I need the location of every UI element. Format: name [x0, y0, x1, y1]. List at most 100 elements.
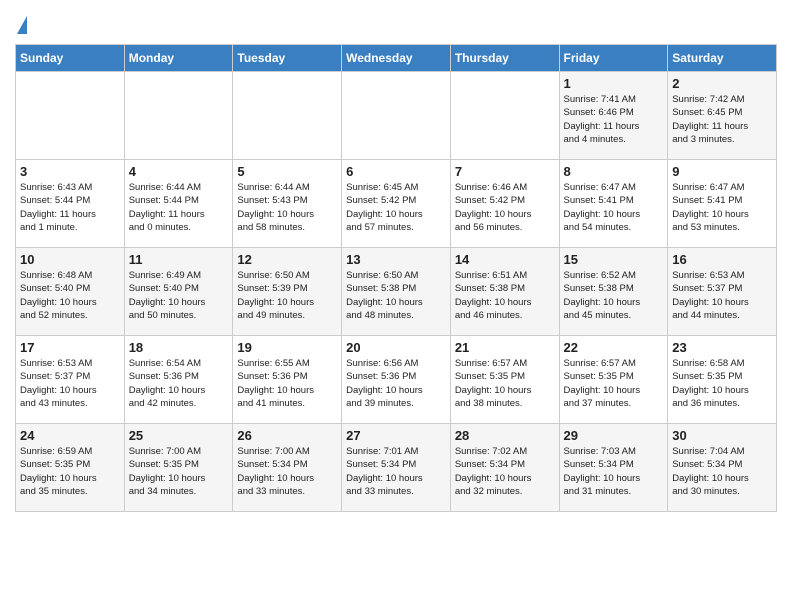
day-number: 15	[564, 252, 664, 267]
page: SundayMondayTuesdayWednesdayThursdayFrid…	[0, 0, 792, 527]
calendar-cell: 8 Sunrise: 6:47 AM Sunset: 5:41 PM Daylig…	[559, 160, 668, 248]
day-number: 14	[455, 252, 555, 267]
day-number: 23	[672, 340, 772, 355]
calendar-cell	[124, 72, 233, 160]
calendar-cell: 21 Sunrise: 6:57 AM Sunset: 5:35 PM Dayli…	[450, 336, 559, 424]
day-info: Sunrise: 7:00 AM Sunset: 5:34 PM Dayligh…	[237, 445, 337, 498]
weekday-header-friday: Friday	[559, 45, 668, 72]
calendar-cell: 17 Sunrise: 6:53 AM Sunset: 5:37 PM Dayli…	[16, 336, 125, 424]
calendar-cell	[233, 72, 342, 160]
day-info: Sunrise: 6:53 AM Sunset: 5:37 PM Dayligh…	[20, 357, 120, 410]
calendar-cell: 22 Sunrise: 6:57 AM Sunset: 5:35 PM Dayli…	[559, 336, 668, 424]
day-info: Sunrise: 7:04 AM Sunset: 5:34 PM Dayligh…	[672, 445, 772, 498]
weekday-header-monday: Monday	[124, 45, 233, 72]
day-info: Sunrise: 7:01 AM Sunset: 5:34 PM Dayligh…	[346, 445, 446, 498]
day-info: Sunrise: 6:48 AM Sunset: 5:40 PM Dayligh…	[20, 269, 120, 322]
day-info: Sunrise: 6:50 AM Sunset: 5:38 PM Dayligh…	[346, 269, 446, 322]
day-number: 9	[672, 164, 772, 179]
day-info: Sunrise: 7:00 AM Sunset: 5:35 PM Dayligh…	[129, 445, 229, 498]
day-number: 27	[346, 428, 446, 443]
calendar-cell: 13 Sunrise: 6:50 AM Sunset: 5:38 PM Dayli…	[342, 248, 451, 336]
day-number: 4	[129, 164, 229, 179]
day-number: 3	[20, 164, 120, 179]
week-row-1: 1 Sunrise: 7:41 AM Sunset: 6:46 PM Daylig…	[16, 72, 777, 160]
day-info: Sunrise: 7:41 AM Sunset: 6:46 PM Dayligh…	[564, 93, 664, 146]
day-info: Sunrise: 7:42 AM Sunset: 6:45 PM Dayligh…	[672, 93, 772, 146]
logo-triangle-icon	[17, 16, 27, 34]
day-info: Sunrise: 6:49 AM Sunset: 5:40 PM Dayligh…	[129, 269, 229, 322]
day-number: 21	[455, 340, 555, 355]
calendar-cell: 1 Sunrise: 7:41 AM Sunset: 6:46 PM Daylig…	[559, 72, 668, 160]
calendar-cell: 7 Sunrise: 6:46 AM Sunset: 5:42 PM Daylig…	[450, 160, 559, 248]
day-info: Sunrise: 6:57 AM Sunset: 5:35 PM Dayligh…	[455, 357, 555, 410]
day-info: Sunrise: 6:46 AM Sunset: 5:42 PM Dayligh…	[455, 181, 555, 234]
day-number: 20	[346, 340, 446, 355]
calendar-cell: 24 Sunrise: 6:59 AM Sunset: 5:35 PM Dayli…	[16, 424, 125, 512]
calendar-cell: 4 Sunrise: 6:44 AM Sunset: 5:44 PM Daylig…	[124, 160, 233, 248]
day-number: 25	[129, 428, 229, 443]
calendar-cell: 20 Sunrise: 6:56 AM Sunset: 5:36 PM Dayli…	[342, 336, 451, 424]
weekday-header-sunday: Sunday	[16, 45, 125, 72]
weekday-header-saturday: Saturday	[668, 45, 777, 72]
day-info: Sunrise: 6:56 AM Sunset: 5:36 PM Dayligh…	[346, 357, 446, 410]
calendar-cell: 5Sunrise: 6:44 AM Sunset: 5:43 PM Daylig…	[233, 160, 342, 248]
header	[15, 10, 777, 36]
day-number: 28	[455, 428, 555, 443]
day-number: 10	[20, 252, 120, 267]
day-info: Sunrise: 6:44 AM Sunset: 5:44 PM Dayligh…	[129, 181, 229, 234]
calendar-cell: 11 Sunrise: 6:49 AM Sunset: 5:40 PM Dayli…	[124, 248, 233, 336]
logo	[15, 16, 27, 36]
day-info: Sunrise: 6:58 AM Sunset: 5:35 PM Dayligh…	[672, 357, 772, 410]
day-info: Sunrise: 6:51 AM Sunset: 5:38 PM Dayligh…	[455, 269, 555, 322]
calendar-cell: 9 Sunrise: 6:47 AM Sunset: 5:41 PM Daylig…	[668, 160, 777, 248]
day-info: Sunrise: 6:47 AM Sunset: 5:41 PM Dayligh…	[564, 181, 664, 234]
calendar-cell: 19 Sunrise: 6:55 AM Sunset: 5:36 PM Dayli…	[233, 336, 342, 424]
calendar-cell: 23 Sunrise: 6:58 AM Sunset: 5:35 PM Dayli…	[668, 336, 777, 424]
week-row-5: 24 Sunrise: 6:59 AM Sunset: 5:35 PM Dayli…	[16, 424, 777, 512]
day-number: 22	[564, 340, 664, 355]
day-number: 8	[564, 164, 664, 179]
calendar-cell: 3 Sunrise: 6:43 AM Sunset: 5:44 PM Daylig…	[16, 160, 125, 248]
day-info: Sunrise: 6:45 AM Sunset: 5:42 PM Dayligh…	[346, 181, 446, 234]
day-info: Sunrise: 6:55 AM Sunset: 5:36 PM Dayligh…	[237, 357, 337, 410]
day-number: 17	[20, 340, 120, 355]
calendar-cell: 12 Sunrise: 6:50 AM Sunset: 5:39 PM Dayli…	[233, 248, 342, 336]
day-number: 29	[564, 428, 664, 443]
day-number: 24	[20, 428, 120, 443]
day-info: Sunrise: 6:43 AM Sunset: 5:44 PM Dayligh…	[20, 181, 120, 234]
day-info: Sunrise: 6:52 AM Sunset: 5:38 PM Dayligh…	[564, 269, 664, 322]
week-row-3: 10 Sunrise: 6:48 AM Sunset: 5:40 PM Dayli…	[16, 248, 777, 336]
calendar-cell: 30 Sunrise: 7:04 AM Sunset: 5:34 PM Dayli…	[668, 424, 777, 512]
day-number: 1	[564, 76, 664, 91]
calendar-cell	[450, 72, 559, 160]
day-info: Sunrise: 6:53 AM Sunset: 5:37 PM Dayligh…	[672, 269, 772, 322]
week-row-2: 3 Sunrise: 6:43 AM Sunset: 5:44 PM Daylig…	[16, 160, 777, 248]
day-number: 7	[455, 164, 555, 179]
day-number: 19	[237, 340, 337, 355]
day-info: Sunrise: 6:47 AM Sunset: 5:41 PM Dayligh…	[672, 181, 772, 234]
week-row-4: 17 Sunrise: 6:53 AM Sunset: 5:37 PM Dayli…	[16, 336, 777, 424]
day-info: Sunrise: 6:59 AM Sunset: 5:35 PM Dayligh…	[20, 445, 120, 498]
day-number: 11	[129, 252, 229, 267]
day-info: Sunrise: 6:44 AM Sunset: 5:43 PM Dayligh…	[237, 181, 337, 234]
calendar-cell	[16, 72, 125, 160]
calendar-cell: 26 Sunrise: 7:00 AM Sunset: 5:34 PM Dayli…	[233, 424, 342, 512]
calendar-cell: 28Sunrise: 7:02 AM Sunset: 5:34 PM Dayli…	[450, 424, 559, 512]
calendar-cell: 10 Sunrise: 6:48 AM Sunset: 5:40 PM Dayli…	[16, 248, 125, 336]
day-number: 12	[237, 252, 337, 267]
day-info: Sunrise: 7:03 AM Sunset: 5:34 PM Dayligh…	[564, 445, 664, 498]
calendar-table: SundayMondayTuesdayWednesdayThursdayFrid…	[15, 44, 777, 512]
day-info: Sunrise: 6:57 AM Sunset: 5:35 PM Dayligh…	[564, 357, 664, 410]
day-number: 2	[672, 76, 772, 91]
day-number: 26	[237, 428, 337, 443]
calendar-cell	[342, 72, 451, 160]
day-number: 30	[672, 428, 772, 443]
calendar-cell: 29 Sunrise: 7:03 AM Sunset: 5:34 PM Dayli…	[559, 424, 668, 512]
day-info: Sunrise: 6:50 AM Sunset: 5:39 PM Dayligh…	[237, 269, 337, 322]
day-number: 16	[672, 252, 772, 267]
calendar-cell: 16 Sunrise: 6:53 AM Sunset: 5:37 PM Dayli…	[668, 248, 777, 336]
calendar-cell: 2 Sunrise: 7:42 AM Sunset: 6:45 PM Daylig…	[668, 72, 777, 160]
calendar-cell: 18Sunrise: 6:54 AM Sunset: 5:36 PM Dayli…	[124, 336, 233, 424]
day-number: 13	[346, 252, 446, 267]
calendar-cell: 6Sunrise: 6:45 AM Sunset: 5:42 PM Daylig…	[342, 160, 451, 248]
